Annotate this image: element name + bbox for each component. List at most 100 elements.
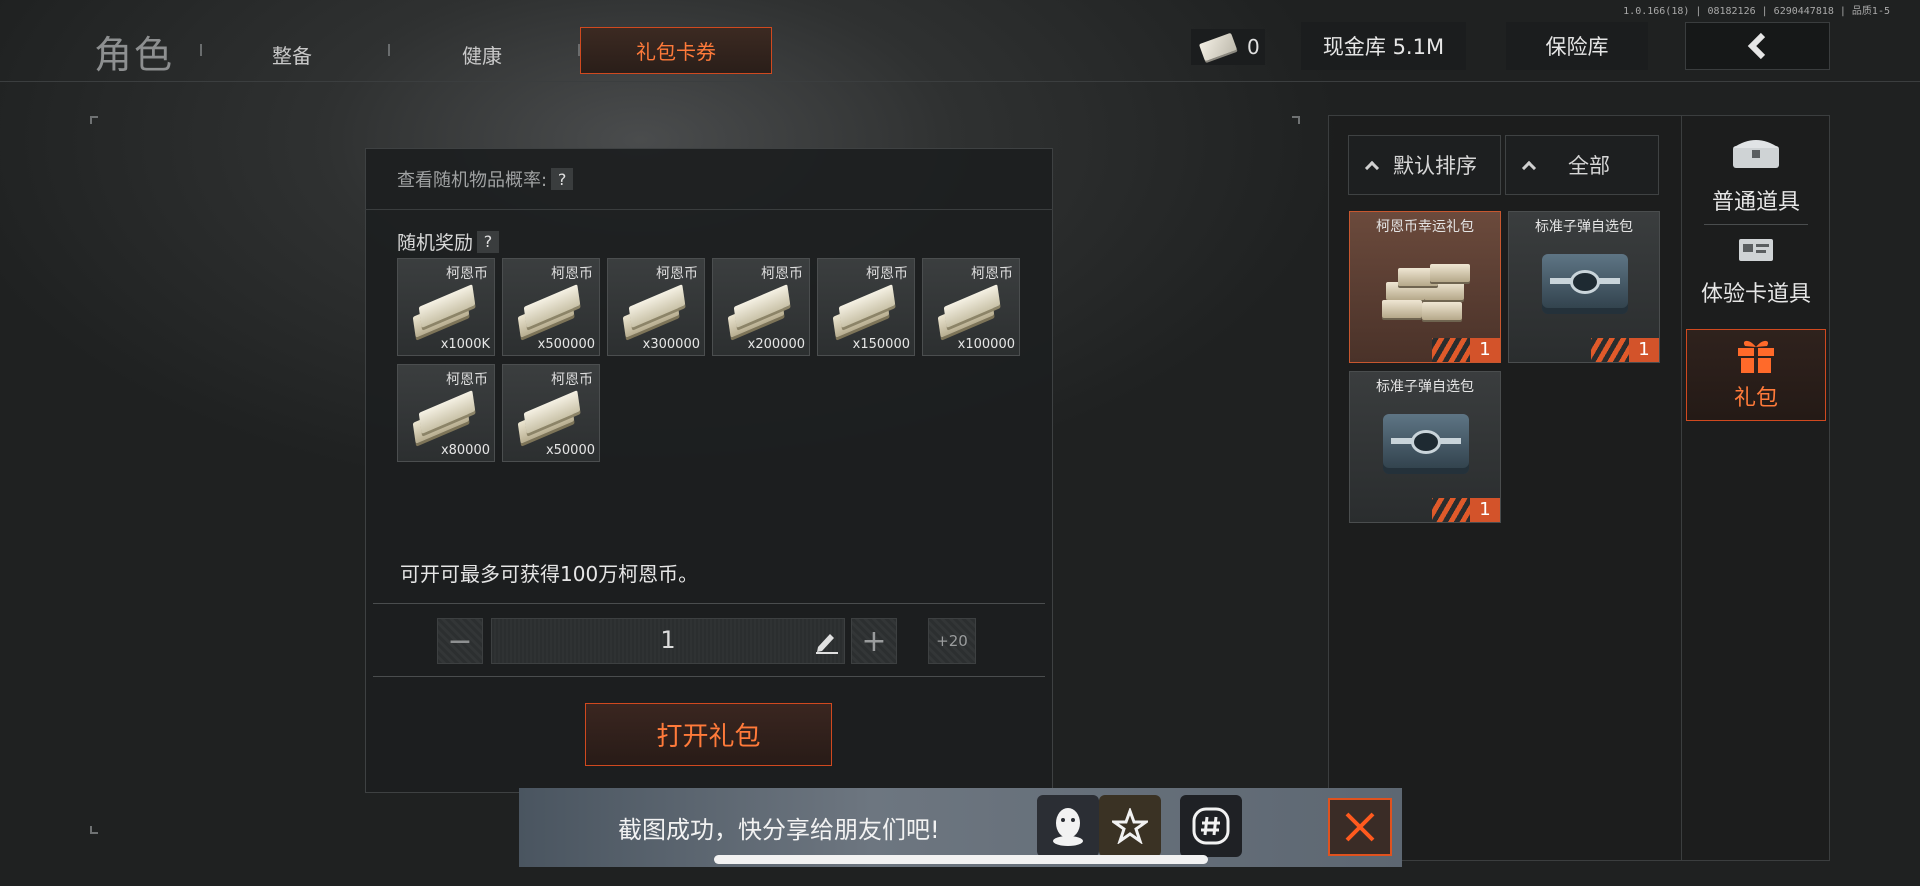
hash-share-button[interactable] xyxy=(1180,795,1242,857)
cash-bundle-icon xyxy=(517,284,581,338)
reward-name: 柯恩币 xyxy=(761,266,803,282)
reward-quantity: x200000 xyxy=(747,337,805,352)
reward-item[interactable]: 柯恩币 x150000 xyxy=(817,258,915,356)
cash-bundle-icon xyxy=(622,284,686,338)
edit-pencil-icon[interactable] xyxy=(814,630,840,658)
item-quantity: 1 xyxy=(1470,338,1500,362)
insurance-vault-button[interactable]: 保险库 xyxy=(1506,22,1648,70)
tab-equipment[interactable]: 整备 xyxy=(272,40,312,69)
cash-bundle-icon xyxy=(937,284,1001,338)
cash-bundle-icon xyxy=(412,284,476,338)
category-label: 普通道具 xyxy=(1711,190,1800,215)
reward-quantity: x100000 xyxy=(957,337,1015,352)
close-icon xyxy=(1345,812,1375,842)
random-reward-heading: 随机奖励 ? xyxy=(397,228,500,255)
tab-separator xyxy=(200,44,202,56)
vault-button[interactable]: 现金库 5.1M xyxy=(1301,22,1466,70)
reward-quantity: x50000 xyxy=(545,443,595,458)
max-reward-text: 可开可最多可获得100万柯恩币。 xyxy=(400,562,699,586)
divider xyxy=(365,209,1053,210)
chevron-up-icon xyxy=(1521,160,1537,175)
qzone-star-icon xyxy=(1112,808,1148,844)
chevron-left-icon xyxy=(1747,32,1765,60)
filter-dropdown[interactable]: 全部 xyxy=(1505,135,1659,195)
decrease-quantity-button[interactable]: − xyxy=(437,618,483,664)
reward-name: 柯恩币 xyxy=(551,266,593,282)
category-gift-packs[interactable]: 礼包 xyxy=(1686,329,1826,421)
help-icon[interactable]: ? xyxy=(551,168,574,190)
inventory-item[interactable]: 标准子弹自选包 1 xyxy=(1508,211,1660,363)
add-20-button[interactable]: +20 xyxy=(928,618,976,664)
chest-icon xyxy=(1733,140,1779,168)
tab-health[interactable]: 健康 xyxy=(462,40,502,69)
help-icon[interactable]: ? xyxy=(477,230,500,253)
sort-dropdown[interactable]: 默认排序 xyxy=(1348,135,1501,195)
cash-bundle-icon xyxy=(832,284,896,338)
reward-item[interactable]: 柯恩币 x1000K xyxy=(397,258,495,356)
category-trial-cards[interactable]: 体验卡道具 xyxy=(1684,236,1828,322)
home-indicator xyxy=(714,855,1208,864)
reward-name: 柯恩币 xyxy=(446,266,488,282)
tab-gift-vouchers[interactable]: 礼包卡券 xyxy=(580,27,772,74)
sort-label: 默认排序 xyxy=(1393,154,1477,178)
frame-corner xyxy=(90,826,98,834)
reward-item[interactable]: 柯恩币 x200000 xyxy=(712,258,810,356)
open-gift-button[interactable]: 打开礼包 xyxy=(585,703,832,766)
reward-item[interactable]: 柯恩币 x500000 xyxy=(502,258,600,356)
reward-name: 柯恩币 xyxy=(971,266,1013,282)
divider xyxy=(373,603,1045,604)
category-label: 体验卡道具 xyxy=(1700,282,1811,307)
item-name: 柯恩币幸运礼包 xyxy=(1376,219,1474,235)
filter-label: 全部 xyxy=(1568,154,1610,178)
reward-quantity: x80000 xyxy=(440,443,490,458)
category-label: 礼包 xyxy=(1733,386,1778,411)
page-title: 角色 xyxy=(94,33,175,77)
tab-separator xyxy=(388,44,390,56)
item-quantity: 1 xyxy=(1629,338,1659,362)
cash-bundle-icon xyxy=(412,390,476,444)
frame-corner xyxy=(90,116,98,124)
probability-label: 查看随机物品概率: xyxy=(397,170,548,191)
inventory-item[interactable]: 柯恩币幸运礼包 1 xyxy=(1349,211,1501,363)
inventory-item[interactable]: 标准子弹自选包 1 xyxy=(1349,371,1501,523)
share-toast-text: 截图成功，快分享给朋友们吧! xyxy=(618,816,940,844)
item-name: 标准子弹自选包 xyxy=(1376,379,1474,395)
reward-item[interactable]: 柯恩币 x80000 xyxy=(397,364,495,462)
cash-count-value: 0 xyxy=(1247,35,1260,59)
cash-icon xyxy=(1198,32,1238,62)
frame-corner xyxy=(1292,116,1300,124)
reward-name: 柯恩币 xyxy=(446,372,488,388)
ammo-case-icon xyxy=(1383,414,1469,474)
hash-share-icon xyxy=(1192,807,1230,845)
reward-name: 柯恩币 xyxy=(656,266,698,282)
reward-name: 柯恩币 xyxy=(551,372,593,388)
reward-name: 柯恩币 xyxy=(866,266,908,282)
category-normal-items[interactable]: 普通道具 xyxy=(1684,136,1828,222)
cash-counter: 0 xyxy=(1191,29,1265,65)
reward-quantity: x300000 xyxy=(642,337,700,352)
increase-quantity-button[interactable]: + xyxy=(851,618,897,664)
card-icon xyxy=(1739,239,1773,261)
reward-quantity: x500000 xyxy=(537,337,595,352)
gift-icon xyxy=(1738,340,1774,373)
probability-link[interactable]: 查看随机物品概率: ? xyxy=(397,166,574,192)
quantity-value: 1 xyxy=(660,626,676,654)
close-share-button[interactable] xyxy=(1328,798,1392,856)
random-reward-label: 随机奖励 xyxy=(397,232,474,254)
qq-icon xyxy=(1053,808,1083,846)
back-button[interactable] xyxy=(1685,22,1830,70)
cash-bundle-icon xyxy=(517,390,581,444)
qq-share-button[interactable] xyxy=(1037,795,1099,857)
item-quantity: 1 xyxy=(1470,498,1500,522)
reward-quantity: x150000 xyxy=(852,337,910,352)
divider xyxy=(1681,115,1682,861)
item-name: 标准子弹自选包 xyxy=(1535,219,1633,235)
ammo-case-icon xyxy=(1542,254,1628,314)
reward-quantity: x1000K xyxy=(440,337,490,352)
reward-item[interactable]: 柯恩币 x50000 xyxy=(502,364,600,462)
qzone-share-button[interactable] xyxy=(1099,795,1161,857)
divider xyxy=(1704,224,1808,225)
reward-item[interactable]: 柯恩币 x300000 xyxy=(607,258,705,356)
reward-item[interactable]: 柯恩币 x100000 xyxy=(922,258,1020,356)
divider xyxy=(373,676,1045,677)
